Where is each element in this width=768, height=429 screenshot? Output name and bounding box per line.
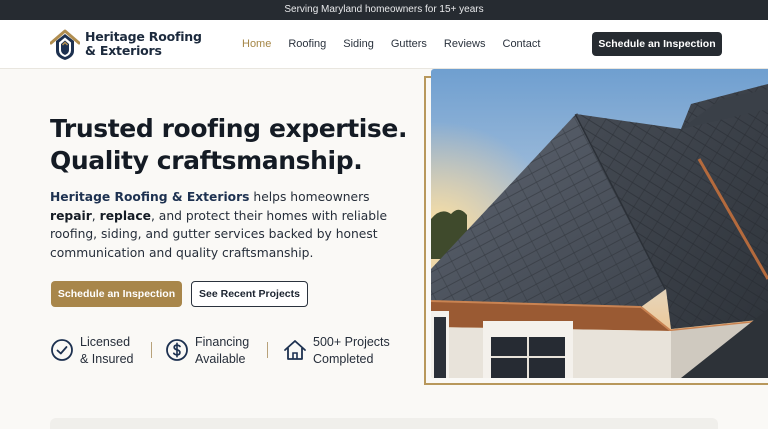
badge-line2: & Insured — [80, 351, 134, 366]
badge-line1: 500+ Projects — [313, 335, 390, 349]
nav-gutters[interactable]: Gutters — [391, 36, 427, 52]
hero-title-line2: Quality craftsmanship. — [50, 146, 363, 175]
logo-line1: Heritage Roofing — [85, 29, 202, 44]
badge-licensed-text: Licensed & Insured — [80, 334, 134, 367]
nav-contact[interactable]: Contact — [503, 36, 541, 52]
logo-wordmark: Heritage Roofing & Exteriors — [85, 30, 202, 58]
badge-line1: Licensed — [80, 335, 131, 349]
badge-projects: 500+ Projects Completed — [283, 334, 413, 368]
badge-line2: Completed — [313, 351, 374, 366]
nav-reviews[interactable]: Reviews — [444, 36, 486, 52]
announcement-text: Serving Maryland homeowners for 15+ year… — [284, 4, 484, 15]
hero-schedule-inspection-button[interactable]: Schedule an Inspection — [51, 281, 182, 307]
hero-desc-text: , — [91, 208, 100, 223]
check-circle-icon — [51, 339, 73, 361]
nav-siding[interactable]: Siding — [343, 36, 374, 52]
hero-desc-replace: replace — [99, 208, 151, 223]
next-section-card — [50, 418, 718, 429]
logo[interactable]: Heritage Roofing & Exteriors — [50, 29, 210, 61]
badge-licensed: Licensed & Insured — [50, 334, 150, 368]
badge-divider — [267, 342, 268, 358]
hero-title-line1: Trusted roofing expertise. — [50, 114, 408, 143]
badge-line1: Financing — [195, 335, 250, 349]
hero-desc-repair: repair — [50, 208, 92, 223]
dollar-circle-icon — [166, 339, 188, 361]
badge-projects-text: 500+ Projects Completed — [313, 334, 390, 367]
main-nav: Home Roofing Siding Gutters Reviews Cont… — [242, 36, 557, 52]
badge-financing-text: Financing Available — [195, 334, 249, 367]
badge-financing: Financing Available — [165, 334, 265, 368]
slate-roof-sunset-photo — [431, 69, 768, 378]
nav-roofing[interactable]: Roofing — [288, 36, 326, 52]
badge-line2: Available — [195, 351, 246, 366]
nav-home[interactable]: Home — [242, 36, 271, 52]
logo-line2: & Exteriors — [85, 43, 162, 58]
hero-description: Heritage Roofing & Exteriors helps homeo… — [50, 188, 390, 262]
site-header: Heritage Roofing & Exteriors Home Roofin… — [0, 20, 768, 69]
announcement-bar: Serving Maryland homeowners for 15+ year… — [0, 0, 768, 20]
hero-desc-text: helps homeowners — [249, 190, 370, 204]
house-shield-logo-icon — [50, 29, 80, 60]
hero-roof-image — [431, 69, 768, 378]
house-icon — [284, 340, 306, 360]
header-schedule-inspection-button[interactable]: Schedule an Inspection — [592, 32, 722, 56]
see-recent-projects-button[interactable]: See Recent Projects — [191, 281, 308, 307]
hero-brand-name: Heritage Roofing & Exteriors — [50, 190, 250, 204]
badge-divider — [151, 342, 152, 358]
hero-title: Trusted roofing expertise. Quality craft… — [50, 113, 420, 177]
